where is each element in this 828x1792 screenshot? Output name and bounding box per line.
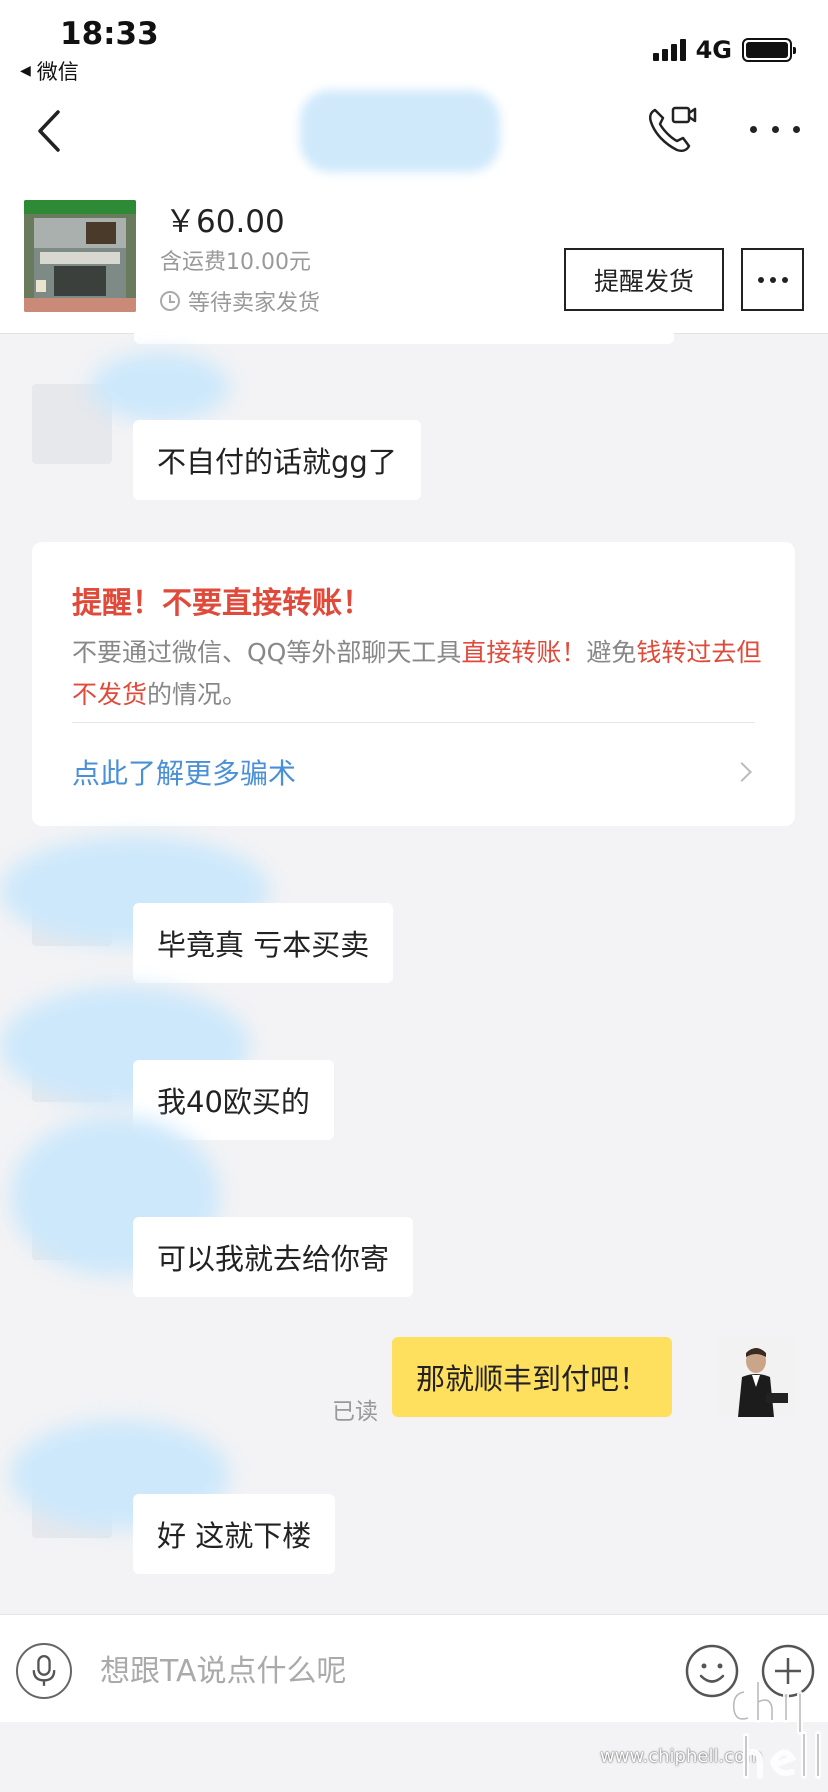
microphone-icon[interactable] (16, 1643, 72, 1699)
signal-icon (652, 39, 686, 61)
message-text: 好 这就下楼 (157, 1519, 312, 1553)
more-icon[interactable] (750, 114, 800, 144)
chevron-left-icon[interactable] (30, 106, 70, 156)
message-text: 我40欧买的 (157, 1085, 310, 1119)
chevron-right-icon (732, 762, 752, 782)
message-input[interactable] (100, 1645, 660, 1697)
remind-ship-button[interactable]: 提醒发货 (564, 248, 724, 311)
movie-poster-avatar-image (716, 1337, 796, 1417)
triangle-left-icon: ◀ (20, 63, 31, 79)
order-status: 等待卖家发货 (160, 285, 320, 317)
chat-input-bar (0, 1614, 828, 1722)
contact-name-redacted (300, 90, 500, 172)
message-bubble[interactable]: 好 这就下楼 (133, 1494, 336, 1574)
learn-more-scams-link[interactable]: 点此了解更多骗术 (72, 738, 755, 806)
warning-divider (72, 722, 755, 723)
warning-text-1: 不要通过微信、QQ等外部聊天工具 (72, 638, 462, 667)
shipping-fee: 含运费10.00元 (160, 250, 311, 275)
message-text: 毕竟真 亏本买卖 (157, 928, 370, 962)
warning-title: 提醒！不要直接转账！ (72, 586, 372, 621)
my-avatar[interactable] (716, 1337, 796, 1417)
warning-text-3: 的情况。 (147, 680, 248, 709)
warning-text-red-1: 直接转账！ (461, 638, 587, 667)
learn-more-text: 点此了解更多骗术 (72, 757, 297, 790)
message-bubble[interactable]: 可以我就去给你寄 (133, 1217, 414, 1297)
game-cover-image (24, 200, 136, 312)
order-price: ￥60.00 (165, 204, 285, 240)
message-text: 可以我就去给你寄 (157, 1242, 390, 1276)
battery-icon (742, 38, 796, 62)
header: 18:33 ◀ 微信 4G ￥60.00 含运费10.00元 等待卖家发货 提醒… (0, 0, 828, 333)
message-text: 不自付的话就gg了 (157, 445, 397, 479)
status-indicators: 4G (652, 36, 796, 64)
chiphell-logo-icon (730, 1679, 821, 1779)
redaction-blur (90, 352, 230, 422)
my-message-bubble[interactable]: 那就顺丰到付吧！ (392, 1337, 673, 1417)
order-more-button[interactable] (741, 248, 804, 311)
warning-text-2: 避免 (586, 638, 637, 667)
back-app-label: 微信 (36, 60, 79, 84)
goods-thumbnail[interactable] (24, 200, 136, 312)
read-receipt: 已读 (332, 1399, 378, 1425)
message-bubble[interactable]: 毕竟真 亏本买卖 (133, 903, 394, 983)
message-bubble[interactable]: 不自付的话就gg了 (133, 420, 421, 500)
clock-icon (160, 291, 180, 311)
phone-icon[interactable] (645, 104, 697, 156)
previous-message-bubble (134, 326, 674, 344)
status-time: 18:33 (60, 16, 159, 52)
warning-body: 不要通过微信、QQ等外部聊天工具直接转账！避免钱转过去但不发货的情况。 (72, 632, 762, 716)
back-to-app[interactable]: ◀ 微信 (20, 56, 79, 86)
network-type: 4G (695, 36, 732, 64)
anti-fraud-warning-card: 提醒！不要直接转账！ 不要通过微信、QQ等外部聊天工具直接转账！避免钱转过去但不… (32, 542, 795, 826)
message-text: 那就顺丰到付吧！ (416, 1362, 649, 1396)
order-status-text: 等待卖家发货 (188, 291, 321, 316)
